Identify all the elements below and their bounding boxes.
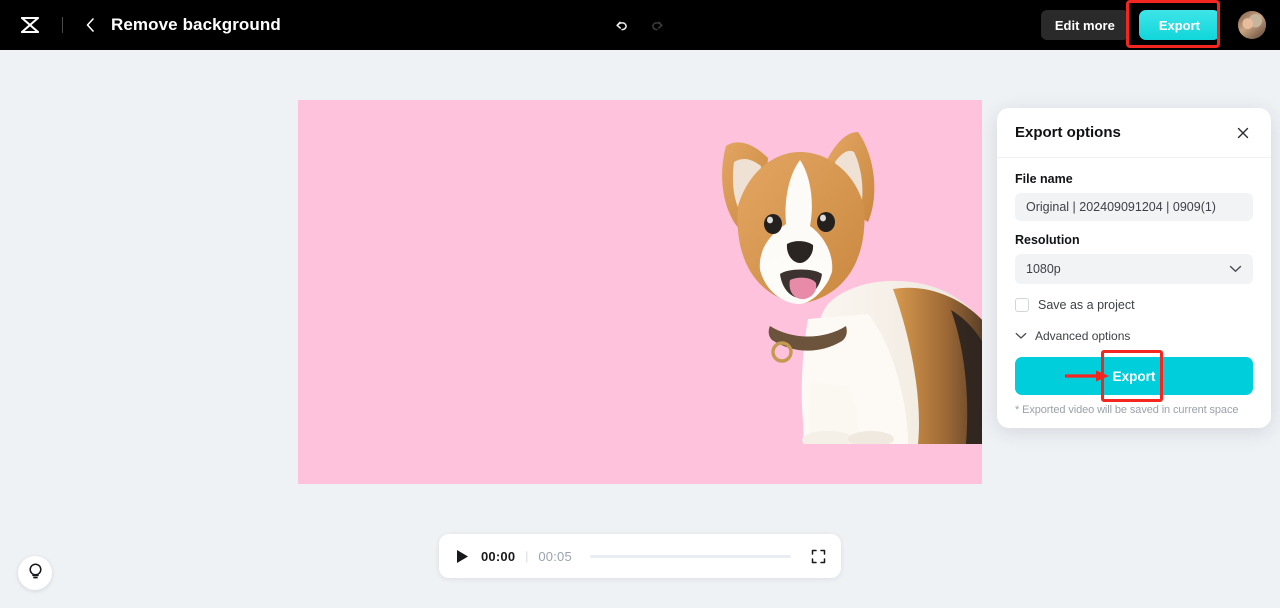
- export-options-panel: Export options File name Original | 2024…: [997, 108, 1271, 428]
- panel-header: Export options: [997, 108, 1271, 158]
- back-button[interactable]: [81, 13, 99, 37]
- fullscreen-icon[interactable]: [809, 547, 827, 565]
- lightbulb-icon: [27, 562, 44, 585]
- chevron-down-icon: [1015, 327, 1027, 345]
- panel-title: Export options: [1015, 124, 1121, 141]
- resolution-label: Resolution: [1015, 233, 1080, 247]
- header-actions: Edit more Export: [1040, 0, 1266, 50]
- play-icon[interactable]: [453, 547, 471, 565]
- advanced-options-toggle[interactable]: Advanced options: [1015, 327, 1253, 345]
- close-icon[interactable]: [1233, 123, 1253, 143]
- chevron-down-icon: [1229, 262, 1242, 276]
- top-bar: Remove background Edit more Export: [0, 0, 1280, 50]
- capcut-app-window: Remove background Edit more Export 00:00…: [0, 0, 1280, 608]
- history-controls: [608, 0, 670, 50]
- current-time: 00:00: [481, 548, 516, 564]
- export-button[interactable]: Export: [1138, 10, 1220, 40]
- panel-body: File name Original | 202409091204 | 0909…: [997, 158, 1271, 416]
- avatar[interactable]: [1238, 11, 1266, 39]
- preview-canvas[interactable]: [298, 100, 982, 484]
- time-separator: |: [525, 549, 529, 563]
- total-time: 00:05: [538, 548, 572, 564]
- capcut-logo-icon[interactable]: [16, 11, 44, 39]
- undo-icon[interactable]: [608, 12, 634, 38]
- resolution-value: 1080p: [1026, 262, 1061, 276]
- progress-bar[interactable]: [589, 554, 791, 558]
- header-divider: [62, 17, 63, 33]
- page-title: Remove background: [111, 15, 281, 34]
- hint-button[interactable]: [18, 556, 52, 590]
- save-as-project-label: Save as a project: [1038, 298, 1135, 312]
- save-as-project-row[interactable]: Save as a project: [1015, 298, 1253, 312]
- advanced-options-label: Advanced options: [1035, 329, 1131, 343]
- save-as-project-checkbox[interactable]: [1015, 298, 1029, 312]
- video-player-bar: 00:00 | 00:05: [439, 534, 841, 578]
- resolution-select[interactable]: 1080p: [1015, 254, 1253, 284]
- corgi-dog-cutout: [708, 114, 982, 444]
- export-button-group: Export: [1125, 0, 1220, 48]
- edit-more-button[interactable]: Edit more: [1040, 10, 1129, 40]
- editor-stage: 00:00 | 00:05 Export options File name O…: [0, 50, 1280, 608]
- panel-export-button[interactable]: Export: [1015, 357, 1253, 395]
- file-name-label: File name: [1015, 172, 1073, 186]
- export-footnote: * Exported video will be saved in curren…: [1015, 404, 1239, 416]
- redo-icon[interactable]: [644, 12, 670, 38]
- panel-export-group: Export: [1015, 350, 1253, 402]
- file-name-input[interactable]: Original | 202409091204 | 0909(1): [1015, 193, 1253, 221]
